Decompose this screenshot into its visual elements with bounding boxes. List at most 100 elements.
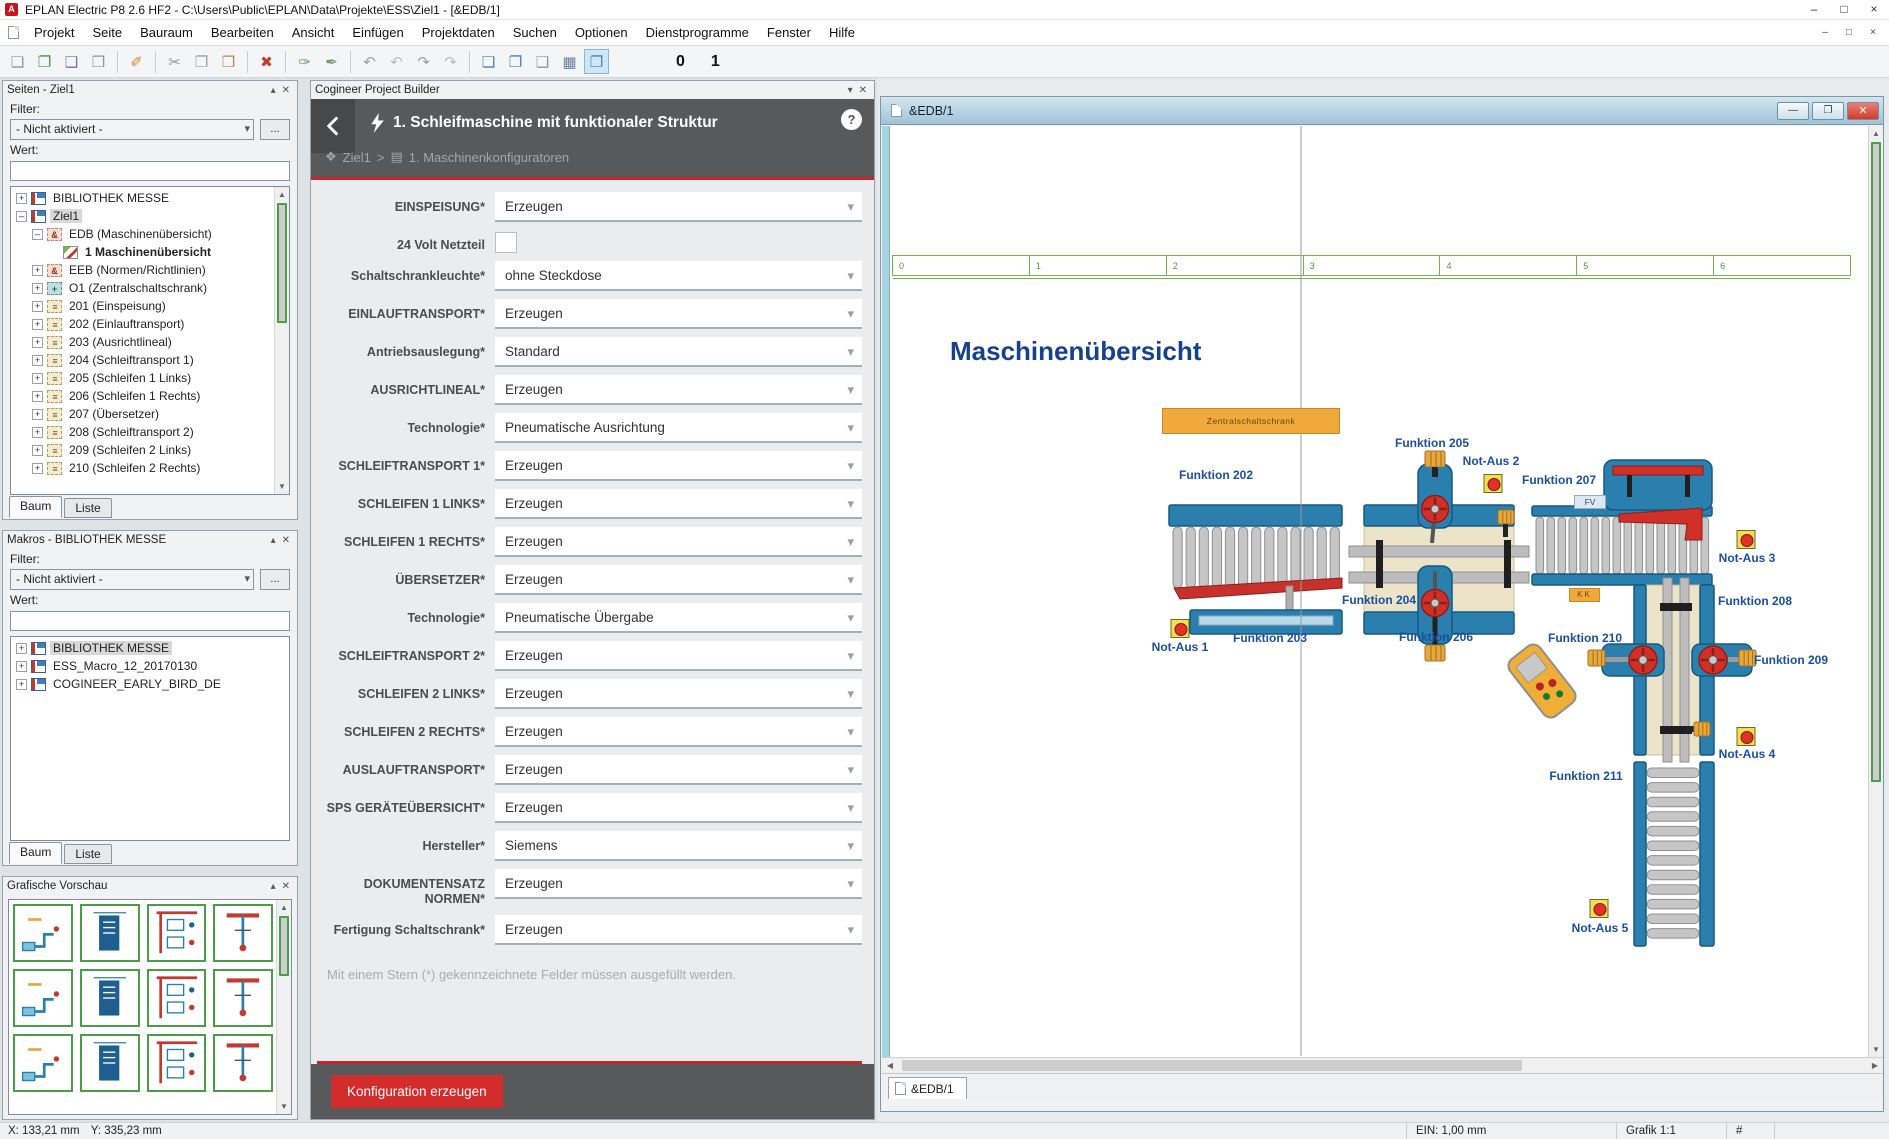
field-select[interactable]: Pneumatische Übergabe▾ [495,603,862,633]
field-select[interactable]: Erzeugen▾ [495,527,862,557]
tree-expander-icon[interactable]: + [32,265,43,276]
preview-thumbnail[interactable] [213,904,273,962]
format-brush-icon[interactable]: ✑ [292,49,317,74]
cut-icon[interactable]: ✂ [162,49,187,74]
close-icon[interactable]: ✕ [1847,102,1879,120]
tree-expander-icon[interactable]: + [32,337,43,348]
tree-item[interactable]: +BIBLIOTHEK MESSE [12,189,273,207]
tree-expander-icon[interactable]: + [16,193,27,204]
maximize-icon[interactable]: □ [1837,25,1861,41]
preview-thumbnail[interactable] [80,904,140,962]
pages-filter-browse-button[interactable]: ... [260,119,290,140]
macros-filter-select[interactable]: - Nicht aktiviert -▾ [10,569,254,590]
tree-expander-icon[interactable]: – [32,229,43,240]
help-icon[interactable]: ? [841,109,862,130]
close-icon[interactable]: × [1861,25,1885,41]
redo-icon[interactable]: ↷ [411,49,436,74]
preview-thumbnail[interactable] [80,1034,140,1092]
drawing-tab[interactable]: &EDB/1 [888,1077,967,1099]
panel-close-icon[interactable]: ✕ [856,85,870,96]
tree-item[interactable]: +BIBLIOTHEK MESSE [12,639,273,657]
menu-item-projekt[interactable]: Projekt [25,21,83,44]
panel-close-icon[interactable]: ✕ [279,881,293,892]
field-select[interactable]: Erzeugen▾ [495,641,862,671]
tree-expander-icon[interactable]: + [32,355,43,366]
preview-thumbnail[interactable] [147,1034,207,1092]
panel-close-icon[interactable]: ✕ [279,85,293,96]
drawing-canvas[interactable]: 0123456 Maschinenübersicht Zentralschalt… [890,126,1868,1057]
tree-expander-icon[interactable]: + [32,301,43,312]
drawing-window-titlebar[interactable]: &EDB/1 — ❐ ✕ [881,97,1883,125]
menu-item-dienstprogramme[interactable]: Dienstprogramme [637,21,758,44]
menu-item-bauraum[interactable]: Bauraum [131,21,202,44]
scroll-down-icon[interactable]: ▼ [275,479,289,494]
tree-item[interactable]: –Ziel1 [12,207,273,225]
tree-item[interactable]: +COGINEER_EARLY_BIRD_DE [12,675,273,693]
menu-item-hilfe[interactable]: Hilfe [820,21,864,44]
tree-item[interactable]: +≡205 (Schleifen 1 Links) [12,369,273,387]
scroll-down-icon[interactable]: ▼ [1869,1042,1883,1057]
tree-expander-icon[interactable]: + [32,445,43,456]
field-select[interactable]: Erzeugen▾ [495,717,862,747]
field-select[interactable]: Erzeugen▾ [495,451,862,481]
page-navigator-icon[interactable]: ❑ [530,49,555,74]
field-select[interactable]: Erzeugen▾ [495,565,862,595]
field-checkbox[interactable] [495,232,517,253]
tree-expander-icon[interactable]: + [32,409,43,420]
tree-expander-icon[interactable]: + [32,319,43,330]
tree-item[interactable]: +&EEB (Normen/Richtlinien) [12,261,273,279]
macros-filter-browse-button[interactable]: ... [260,569,290,590]
pages-value-input[interactable] [10,161,290,181]
panel-menu-icon[interactable]: ▾ [845,85,856,96]
preview-thumbnail[interactable] [80,969,140,1027]
preview-thumbnail[interactable] [213,1034,273,1092]
tree-item[interactable]: ++O1 (Zentralschaltschrank) [12,279,273,297]
field-select[interactable]: Erzeugen▾ [495,299,862,329]
insert-window-macro-icon[interactable]: ❏ [476,49,501,74]
tree-item[interactable]: +≡206 (Schleifen 1 Rechts) [12,387,273,405]
tree-expander-icon[interactable]: + [32,427,43,438]
tree-item[interactable]: +≡203 (Ausrichtlineal) [12,333,273,351]
tree-expander-icon[interactable]: + [16,643,27,654]
panel-pin-icon[interactable]: ▴ [268,85,279,96]
tree-item[interactable]: +≡210 (Schleifen 2 Rechts) [12,459,273,477]
tree-expander-icon[interactable]: + [16,661,27,672]
tab-liste[interactable]: Liste [64,844,111,864]
tree-item[interactable]: +≡201 (Einspeisung) [12,297,273,315]
menu-item-projektdaten[interactable]: Projektdaten [413,21,504,44]
breadcrumb-page[interactable]: 1. Maschinenkonfiguratoren [409,150,569,165]
pages-filter-select[interactable]: - Nicht aktiviert -▾ [10,119,254,140]
tree-item[interactable]: 1 Maschinenübersicht [12,243,273,261]
menu-item-fenster[interactable]: Fenster [758,21,820,44]
delete-selection-icon[interactable]: ✖ [254,49,279,74]
preview-thumbnail[interactable] [213,969,273,1027]
field-select[interactable]: Erzeugen▾ [495,869,862,899]
menu-item-ansicht[interactable]: Ansicht [283,21,344,44]
scroll-up-icon[interactable]: ▲ [275,187,289,202]
tree-item[interactable]: +≡209 (Schleifen 2 Links) [12,441,273,459]
scroll-right-icon[interactable]: ▶ [1867,1061,1883,1070]
preview-scrollbar[interactable]: ▲ ▼ [276,900,291,1114]
menu-item-optionen[interactable]: Optionen [566,21,637,44]
preview-thumbnail[interactable] [147,969,207,1027]
paste-icon[interactable]: ❒ [216,49,241,74]
field-select[interactable]: Pneumatische Ausrichtung▾ [495,413,862,443]
scroll-left-icon[interactable]: ◀ [882,1061,898,1070]
tree-item[interactable]: +≡204 (Schleiftransport 1) [12,351,273,369]
undo-list-icon[interactable]: ↶ [384,49,409,74]
minimize-icon[interactable]: – [1813,25,1837,41]
redo-list-icon[interactable]: ↷ [438,49,463,74]
grid-icon[interactable]: ▦ [557,49,582,74]
tree-item[interactable]: +≡207 (Übersetzer) [12,405,273,423]
open-page-icon[interactable]: ❐ [32,49,57,74]
graphical-preview-icon[interactable]: ❐ [584,49,609,74]
panel-pin-icon[interactable]: ▴ [268,535,279,546]
insert-symbol-icon[interactable]: ❐ [503,49,528,74]
undo-icon[interactable]: ↶ [357,49,382,74]
tab-baum[interactable]: Baum [9,842,62,864]
canvas-vertical-scrollbar[interactable]: ▲ ▼ [1868,126,1883,1057]
settings-wrench-icon[interactable]: ✐ [124,49,149,74]
tree-expander-icon[interactable]: + [32,283,43,294]
pages-tree-scrollbar[interactable]: ▲ ▼ [274,187,289,494]
scroll-up-icon[interactable]: ▲ [277,900,291,915]
